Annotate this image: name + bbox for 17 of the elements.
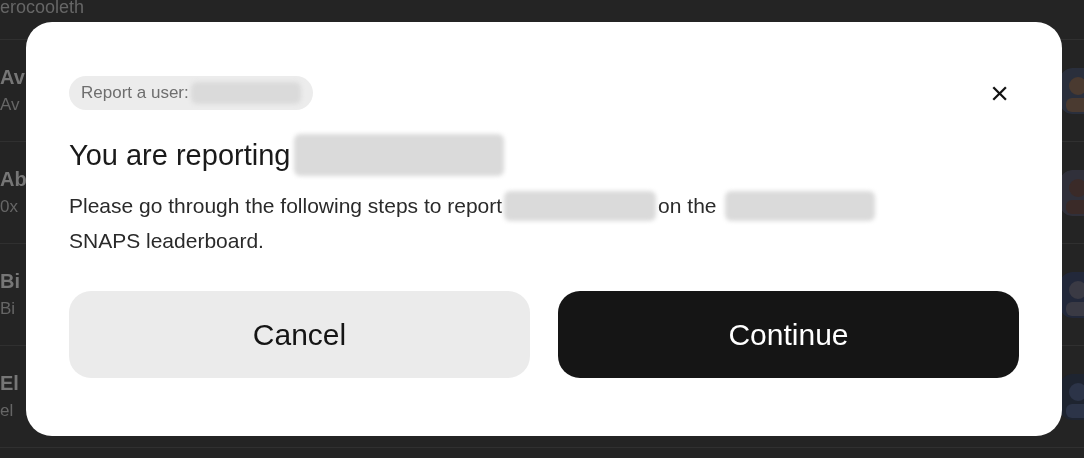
description-text: on the <box>658 193 717 219</box>
user-name: Ab <box>0 168 27 191</box>
user-name: Bi <box>0 270 20 293</box>
chip-label: Report a user: <box>81 83 189 103</box>
user-name: El <box>0 372 19 395</box>
user-handle: erocooleth <box>0 0 85 19</box>
close-button[interactable]: × <box>990 77 1019 109</box>
cancel-button[interactable]: Cancel <box>69 291 530 378</box>
dialog-title: You are reporting <box>69 138 291 172</box>
user-handle: Bi <box>0 299 17 319</box>
user-handle: 0x <box>0 197 19 217</box>
continue-button[interactable]: Continue <box>558 291 1019 378</box>
user-name: Av <box>0 66 25 89</box>
description-text: SNAPS leaderboard. <box>69 228 264 254</box>
description-text: Please go through the following steps to report <box>69 193 503 219</box>
user-handle: Av <box>0 95 21 115</box>
user-handle: el <box>0 401 15 421</box>
